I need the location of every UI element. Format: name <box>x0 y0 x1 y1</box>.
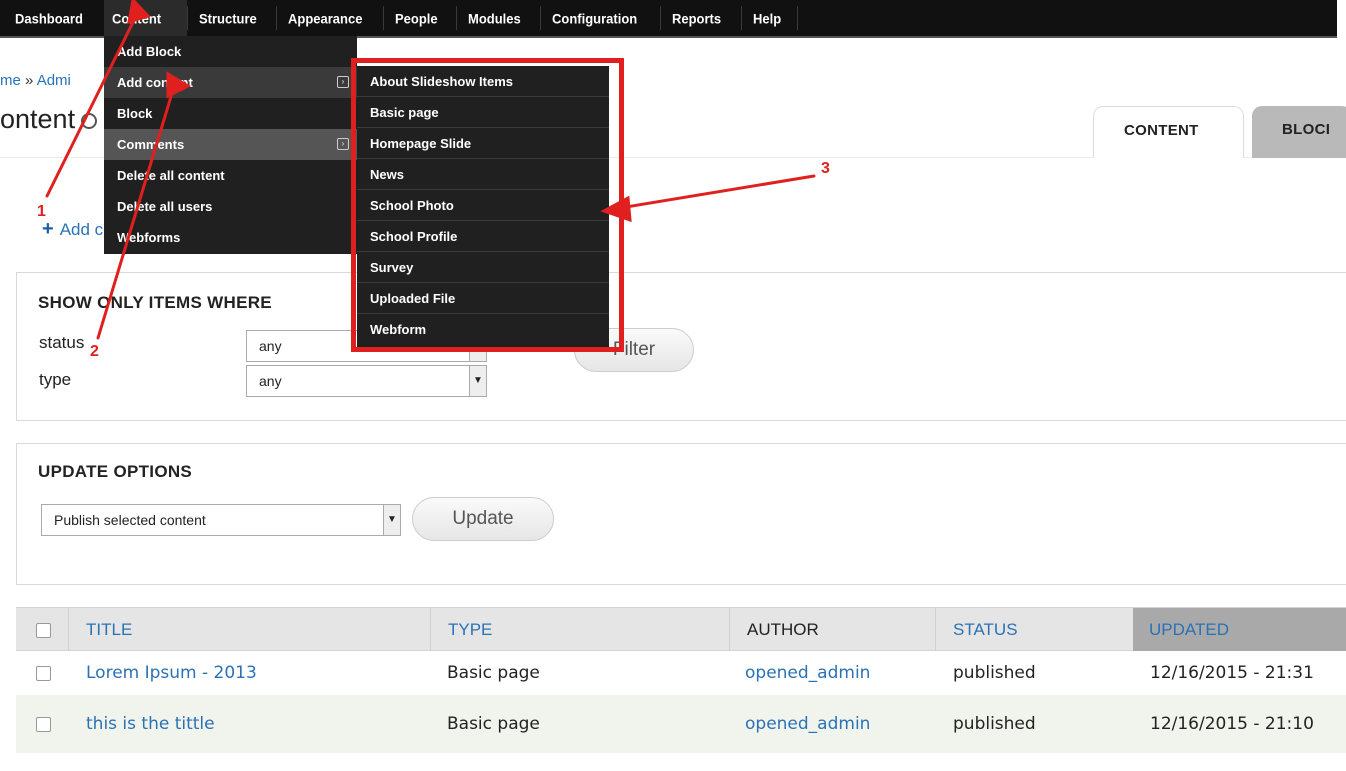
table-row: Lorem Ipsum - 2013 Basic page opened_adm… <box>16 651 1346 695</box>
type-label: type <box>39 370 72 389</box>
update-select-value: Publish selected content <box>54 512 206 528</box>
row-updated: 12/16/2015 - 21:31 <box>1150 663 1314 683</box>
toolbar-item-content[interactable]: Content <box>104 0 187 37</box>
row-author-link[interactable]: opened_admin <box>745 702 870 746</box>
breadcrumb-admin[interactable]: Admi <box>37 72 71 89</box>
row-status: published <box>953 663 1036 683</box>
update-button[interactable]: Update <box>412 497 554 541</box>
table-row: this is the tittle Basic page opened_adm… <box>16 695 1346 753</box>
toolbar-item-help[interactable]: Help <box>745 0 789 37</box>
annotation-label-2: 2 <box>90 343 99 360</box>
menu-item-add-content[interactable]: Add content › <box>104 67 357 98</box>
toolbar-item-modules[interactable]: Modules <box>460 0 529 37</box>
annotation-highlight-box <box>351 58 624 352</box>
row-author-link[interactable]: opened_admin <box>745 651 870 695</box>
breadcrumb-home[interactable]: me <box>0 72 21 89</box>
row-type: Basic page <box>447 714 540 734</box>
row-checkbox[interactable] <box>36 666 51 681</box>
annotation-label-1: 1 <box>37 203 46 220</box>
breadcrumb: me » Admi <box>0 72 71 89</box>
row-status: published <box>953 714 1036 734</box>
header-title[interactable]: TITLE <box>86 608 132 652</box>
status-select-value: any <box>259 338 282 354</box>
filter-legend: SHOW ONLY ITEMS WHERE <box>38 293 272 312</box>
row-title-link[interactable]: Lorem Ipsum - 2013 <box>86 651 257 695</box>
tab-blocks[interactable]: BLOCI <box>1252 106 1346 158</box>
type-select[interactable]: any ▼ <box>246 365 487 397</box>
content-dropdown-menu: Add Block Add content › Block Comments › D… <box>104 36 357 254</box>
chevron-down-icon: ▼ <box>383 505 400 535</box>
plus-icon: + <box>42 218 54 240</box>
header-author: AUTHOR <box>747 620 819 639</box>
breadcrumb-separator: » <box>25 72 34 89</box>
header-updated[interactable]: UPDATED <box>1133 608 1346 652</box>
menu-item-delete-all-content[interactable]: Delete all content <box>104 160 357 191</box>
toolbar-item-appearance[interactable]: Appearance <box>280 0 370 37</box>
page-title: ontent <box>0 104 98 135</box>
page-title-text: ontent <box>0 104 76 134</box>
menu-item-block[interactable]: Block <box>104 98 357 129</box>
row-title-link[interactable]: this is the tittle <box>86 702 215 746</box>
row-type: Basic page <box>447 663 540 683</box>
row-updated: 12/16/2015 - 21:10 <box>1150 714 1314 734</box>
header-status[interactable]: STATUS <box>953 608 1018 652</box>
menu-item-webforms[interactable]: Webforms <box>104 222 357 253</box>
annotation-arrow-3 <box>612 174 816 211</box>
menu-item-comments-label: Comments <box>117 137 185 152</box>
shortcut-icon[interactable] <box>81 112 98 129</box>
toolbar-item-configuration[interactable]: Configuration <box>544 0 645 37</box>
update-legend: UPDATE OPTIONS <box>38 462 193 481</box>
menu-item-comments[interactable]: Comments › <box>104 129 357 160</box>
toolbar-item-reports[interactable]: Reports <box>664 0 729 37</box>
admin-toolbar: Dashboard Content Structure Appearance P… <box>0 0 1337 38</box>
menu-item-add-content-label: Add content <box>117 75 193 90</box>
header-type[interactable]: TYPE <box>448 608 492 652</box>
annotation-label-3: 3 <box>821 160 830 177</box>
update-action-select[interactable]: Publish selected content ▼ <box>41 504 401 536</box>
filter-fieldset: SHOW ONLY ITEMS WHERE status type any ▼ … <box>16 272 1346 421</box>
tab-content[interactable]: CONTENT <box>1093 106 1244 158</box>
select-all-checkbox[interactable] <box>36 623 51 638</box>
toolbar-item-dashboard[interactable]: Dashboard <box>7 0 91 37</box>
chevron-down-icon: ▼ <box>469 366 486 396</box>
menu-item-add-block[interactable]: Add Block <box>104 36 357 67</box>
table-header-row: TITLE TYPE AUTHOR STATUS UPDATED <box>16 607 1346 652</box>
type-select-value: any <box>259 373 282 389</box>
menu-item-delete-all-users[interactable]: Delete all users <box>104 191 357 222</box>
update-fieldset: UPDATE OPTIONS Publish selected content … <box>16 443 1346 585</box>
toolbar-item-people[interactable]: People <box>387 0 446 37</box>
toolbar-item-structure[interactable]: Structure <box>191 0 265 37</box>
status-label: status <box>39 333 85 352</box>
row-checkbox[interactable] <box>36 717 51 732</box>
submenu-arrow-icon: › <box>337 76 349 88</box>
submenu-arrow-icon: › <box>337 138 349 150</box>
